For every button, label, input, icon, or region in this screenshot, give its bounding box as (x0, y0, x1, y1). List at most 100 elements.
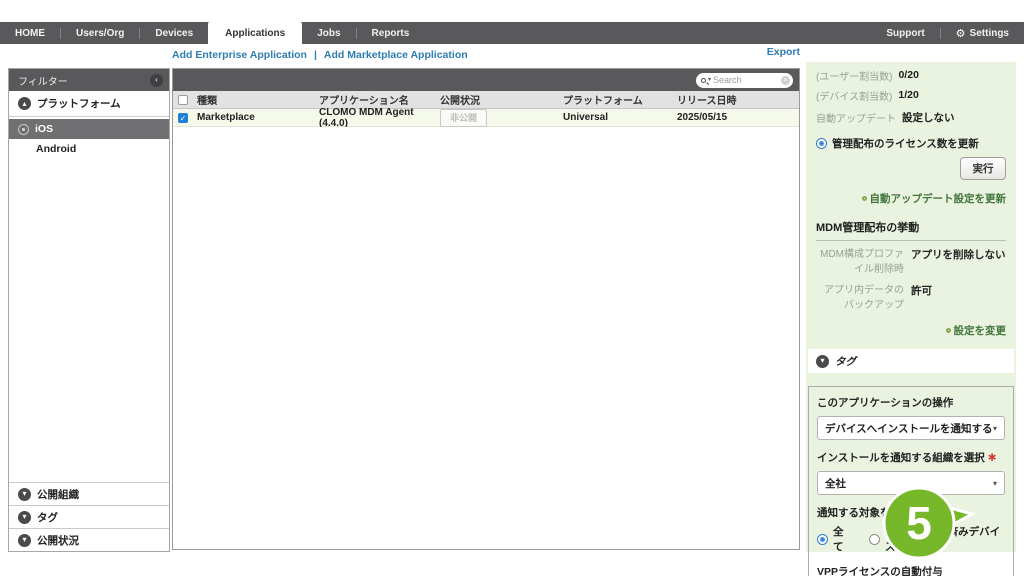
nav-item-settings[interactable]: ⚙ Settings (941, 22, 1024, 44)
profile-delete-label: MDM構成プロファイル削除時 (816, 248, 904, 277)
platform-section-label: プラットフォーム (37, 96, 121, 111)
tag-section-bar[interactable]: ▾ タグ (808, 349, 1014, 373)
license-update-option[interactable]: 管理配布のライセンス数を更新 (806, 136, 1016, 151)
nav-item-reports[interactable]: Reports (357, 22, 425, 44)
sidebar-item-android[interactable]: Android (9, 139, 169, 159)
application-operation-box: このアプリケーションの操作 デバイスへインストールを通知する ▾ インストールを… (808, 386, 1014, 576)
change-settings-link[interactable]: 設定を変更 (946, 323, 1007, 338)
link-divider: | (314, 49, 317, 61)
table-header-row: 種類 アプリケーション名 公開状況 プラットフォーム リリース日時 (173, 91, 799, 109)
application-table: ▾ × 種類 アプリケーション名 公開状況 プラットフォーム リリース日時 ✓ … (172, 68, 800, 550)
radio-selected-icon[interactable] (817, 534, 828, 545)
license-update-label: 管理配布のライセンス数を更新 (832, 136, 979, 151)
bullet-ring-icon (862, 196, 867, 201)
col-header-app-name[interactable]: アプリケーション名 (319, 92, 440, 107)
autoupdate-settings-link[interactable]: 自動アップデート設定を更新 (862, 191, 1007, 206)
collapse-sidebar-icon[interactable]: ‹ (150, 74, 163, 87)
nav-item-devices[interactable]: Devices (140, 22, 208, 44)
nav-item-jobs[interactable]: Jobs (302, 22, 355, 44)
nav-item-users-org[interactable]: Users/Org (61, 22, 139, 44)
cell-app-name: CLOMO MDM Agent (4.4.0) (319, 107, 440, 129)
col-header-status[interactable]: 公開状況 (440, 92, 563, 107)
add-enterprise-application-link[interactable]: Add Enterprise Application (172, 49, 307, 61)
platform-android-label: Android (36, 143, 76, 155)
license-run-row: 実行 (806, 157, 1016, 180)
app-window: HOME Users/Org Devices Applications Jobs… (0, 0, 1024, 576)
col-header-platform[interactable]: プラットフォーム (563, 92, 677, 107)
org-select-label-row: インストールを通知する組織を選択✱ (817, 450, 1005, 465)
public-org-label: 公開組織 (37, 487, 79, 502)
bullet-ring-icon (946, 328, 951, 333)
search-input[interactable] (713, 75, 779, 85)
select-all-checkbox[interactable] (178, 95, 188, 105)
filter-sidebar: フィルター ‹ ▴ プラットフォーム iOS Android ▾ 公開組織 ▾ … (8, 68, 170, 552)
nav-right-group: Support ⚙ Settings (871, 22, 1024, 44)
sidebar-section-tags[interactable]: ▾ タグ (9, 505, 169, 528)
app-detail-panel: (ユーザー割当数) 0/20 (デバイス割当数) 1/20 自動アップデート 設… (806, 62, 1016, 552)
tag-section-label: タグ (835, 354, 856, 369)
platform-ios-label: iOS (35, 123, 53, 135)
org-select-label: インストールを通知する組織を選択 (817, 452, 985, 464)
table-row[interactable]: ✓ Marketplace CLOMO MDM Agent (4.4.0) 非公… (173, 109, 799, 127)
chevron-down-icon: ▾ (993, 424, 997, 433)
search-box[interactable]: ▾ × (696, 73, 793, 88)
run-license-update-button[interactable]: 実行 (960, 157, 1006, 180)
sidebar-section-platform[interactable]: ▴ プラットフォーム (9, 91, 169, 117)
row-checkbox-checked[interactable]: ✓ (178, 113, 188, 123)
nav-tab-applications-active[interactable]: Applications (208, 22, 302, 44)
target-option-installed-label: インストール済みデバイス (885, 524, 1005, 554)
autoupdate-link-label: 自動アップデート設定を更新 (870, 191, 1007, 206)
sidebar-spacer (9, 159, 169, 482)
target-options-row: 全て インストール済みデバイス (817, 524, 1005, 554)
cell-platform: Universal (563, 112, 677, 123)
required-mark: ✱ (988, 452, 997, 464)
application-actions-bar: Add Enterprise Application | Add Marketp… (172, 46, 800, 64)
sidebar-section-public-org[interactable]: ▾ 公開組織 (9, 482, 169, 505)
target-option-all-label: 全て (833, 524, 853, 554)
cell-type: Marketplace (197, 112, 319, 123)
device-quota-label: (デバイス割当数) (816, 88, 892, 103)
profile-delete-row: MDM構成プロファイル削除時 アプリを削除しない (806, 248, 1016, 277)
search-clear-icon[interactable]: × (781, 76, 790, 85)
org-select-value: 全社 (825, 476, 846, 491)
user-quota-row: (ユーザー割当数) 0/20 (806, 62, 1016, 84)
target-label: 通知する対象を選択 (817, 505, 1005, 520)
col-header-type[interactable]: 種類 (197, 92, 319, 107)
change-settings-label: 設定を変更 (954, 323, 1007, 338)
add-marketplace-application-link[interactable]: Add Marketplace Application (324, 49, 468, 61)
selected-radio-icon (18, 124, 29, 135)
public-status-label: 公開状況 (37, 533, 79, 548)
status-badge-unpublished: 非公開 (440, 109, 487, 127)
nav-item-support[interactable]: Support (871, 22, 939, 44)
vpp-label: VPPライセンスの自動付与 (817, 564, 1005, 576)
chevron-down-circle-icon: ▾ (18, 511, 31, 524)
device-quota-value: 1/20 (898, 89, 918, 101)
autoupdate-row: 自動アップデート 設定しない (806, 106, 1016, 128)
nav-item-home[interactable]: HOME (0, 22, 60, 44)
org-select[interactable]: 全社 ▾ (817, 471, 1005, 495)
autoupdate-value: 設定しない (902, 110, 955, 125)
sidebar-section-public-status[interactable]: ▾ 公開状況 (9, 528, 169, 551)
chevron-up-circle-icon: ▴ (18, 97, 31, 110)
search-scope-chevron-icon[interactable]: ▾ (708, 77, 711, 83)
change-settings-row: 設定を変更 (806, 323, 1016, 338)
operation-select[interactable]: デバイスへインストールを通知する ▾ (817, 416, 1005, 440)
user-quota-value: 0/20 (898, 69, 918, 81)
sidebar-item-ios-selected[interactable]: iOS (9, 119, 169, 139)
gear-icon: ⚙ (956, 27, 966, 40)
mdm-section-title: MDM管理配布の挙動 (806, 219, 1016, 235)
profile-delete-value: アプリを削除しない (911, 248, 1006, 277)
device-quota-row: (デバイス割当数) 1/20 (806, 84, 1016, 106)
export-link[interactable]: Export (767, 46, 800, 58)
section-divider (816, 240, 1006, 241)
radio-selected-icon[interactable] (816, 138, 827, 149)
radio-unselected-icon[interactable] (869, 534, 880, 545)
search-icon (701, 78, 706, 83)
backup-label: アプリ内データのバックアップ (816, 284, 904, 313)
autoupdate-link-row: 自動アップデート設定を更新 (806, 191, 1016, 206)
col-header-release[interactable]: リリース日時 (677, 92, 799, 107)
chevron-down-circle-icon: ▾ (816, 355, 829, 368)
top-nav: HOME Users/Org Devices Applications Jobs… (0, 22, 1024, 44)
backup-value: 許可 (911, 284, 932, 313)
operation-select-value: デバイスへインストールを通知する (825, 421, 992, 436)
